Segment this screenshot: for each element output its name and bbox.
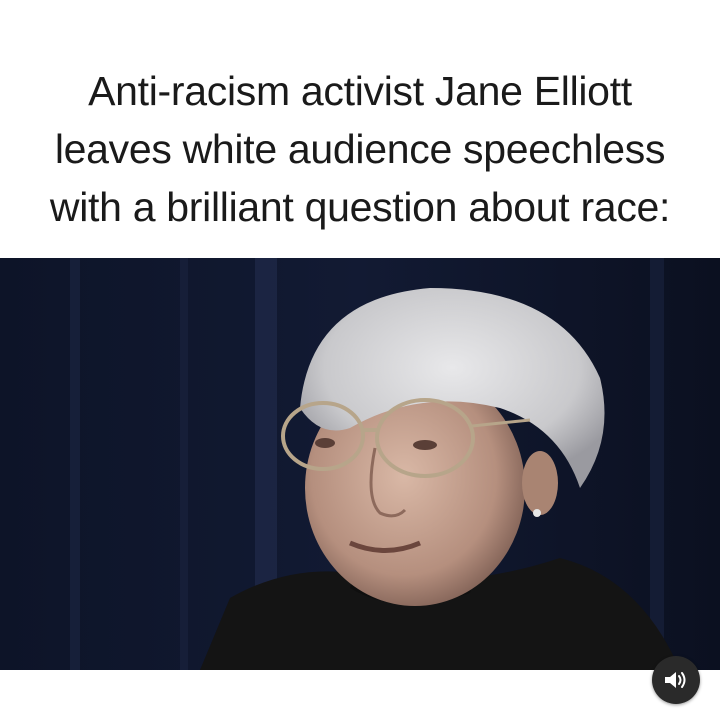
speaker-icon — [665, 672, 686, 688]
post-frame: Anti-racism activist Jane Elliott leaves… — [0, 0, 720, 720]
mute-toggle-button[interactable] — [652, 656, 700, 704]
caption-line-3: with a brilliant question about race: — [49, 184, 671, 230]
caption-text: Anti-racism activist Jane Elliott leaves… — [0, 62, 720, 236]
caption-line-2: leaves white audience speechless — [54, 126, 666, 172]
caption-area: Anti-racism activist Jane Elliott leaves… — [0, 0, 720, 258]
video-frame-image — [0, 258, 720, 670]
caption-line-1: Anti-racism activist Jane Elliott — [88, 68, 632, 114]
bottom-band — [0, 670, 720, 720]
video-player[interactable] — [0, 258, 720, 670]
